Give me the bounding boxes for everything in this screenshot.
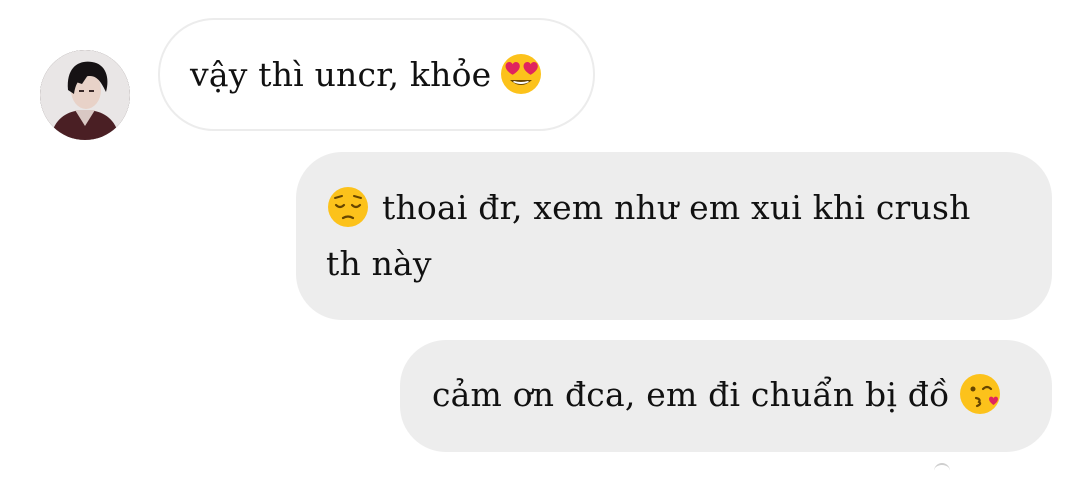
heart-eyes-emoji-icon bbox=[499, 52, 543, 96]
outgoing-message-bubble[interactable]: cảm ơn đca, em đi chuẩn bị đồ bbox=[400, 340, 1052, 452]
kissing-heart-emoji-icon bbox=[958, 372, 1002, 416]
contact-avatar[interactable] bbox=[40, 50, 130, 140]
pensive-face-emoji-icon bbox=[326, 185, 370, 229]
message-text: cảm ơn đca, em đi chuẩn bị đồ bbox=[432, 375, 950, 414]
profile-photo-icon bbox=[40, 50, 130, 140]
message-text: thoai đr, xem như em xui khi crush th nà… bbox=[326, 188, 971, 283]
outgoing-message-bubble[interactable]: thoai đr, xem như em xui khi crush th nà… bbox=[296, 152, 1052, 320]
scroll-indicator bbox=[934, 463, 950, 479]
message-text: vậy thì uncr, khỏe bbox=[190, 55, 492, 94]
incoming-message-bubble[interactable]: vậy thì uncr, khỏe bbox=[158, 18, 595, 131]
